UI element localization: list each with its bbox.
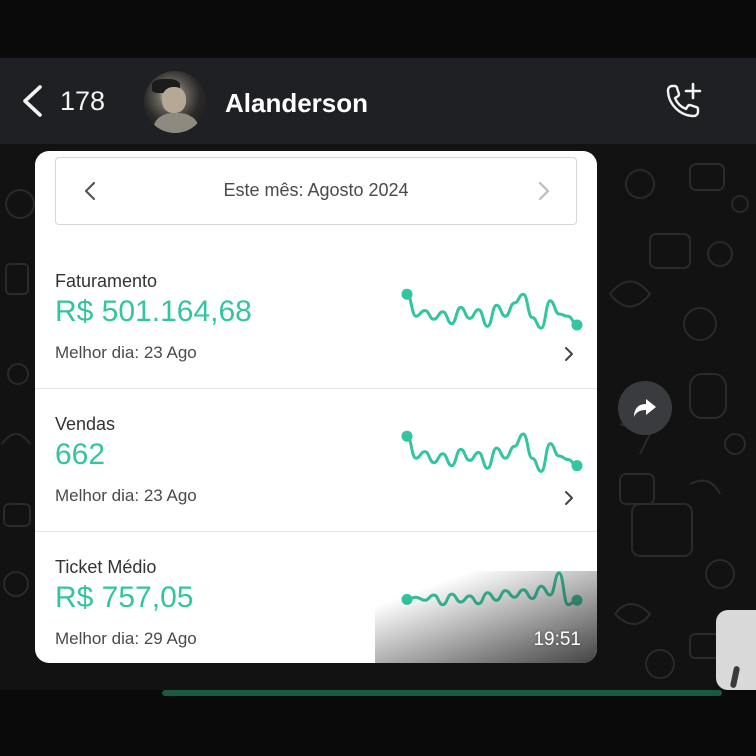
chevron-right-icon[interactable] xyxy=(563,345,575,363)
composer-area xyxy=(0,690,756,756)
metric-card-ticket-medio[interactable]: Ticket Médio R$ 757,05 Melhor dia: 29 Ag… xyxy=(35,532,597,663)
metric-value: R$ 757,05 xyxy=(55,581,194,614)
chevron-right-icon[interactable] xyxy=(534,178,554,204)
metric-card-vendas[interactable]: Vendas 662 Melhor dia: 23 Ago xyxy=(35,389,597,531)
sparkline-start-point xyxy=(401,593,413,605)
forward-button[interactable] xyxy=(618,381,672,435)
metric-title: Ticket Médio xyxy=(55,557,157,577)
month-selector: Este mês: Agosto 2024 xyxy=(55,157,577,225)
sparkline-end-point xyxy=(571,319,583,331)
sparkline-end-point xyxy=(571,594,583,606)
metric-card-faturamento[interactable]: Faturamento R$ 501.164,68 Melhor dia: 23… xyxy=(35,245,597,387)
sparkline-start-point xyxy=(401,288,413,300)
sparkline-start-point xyxy=(401,430,413,442)
metric-value: R$ 501.164,68 xyxy=(55,295,252,328)
back-arrow-icon[interactable] xyxy=(18,84,48,118)
metric-best-day: Melhor dia: 29 Ago xyxy=(55,629,197,648)
composer-strip xyxy=(162,690,722,696)
sparkline xyxy=(401,288,583,331)
chevron-right-icon[interactable] xyxy=(563,489,575,507)
sparkline-line xyxy=(405,432,579,473)
side-panel xyxy=(716,610,756,690)
metric-best-day: Melhor dia: 23 Ago xyxy=(55,343,197,362)
metric-title: Faturamento xyxy=(55,271,158,291)
chat-header: 178 Alanderson xyxy=(0,58,756,144)
sparkline xyxy=(401,571,583,607)
message-time: 19:51 xyxy=(533,629,581,650)
unread-count[interactable]: 178 xyxy=(60,86,105,117)
add-call-icon[interactable] xyxy=(660,80,704,124)
metric-value: 662 xyxy=(55,438,106,471)
sparkline-line xyxy=(405,571,579,607)
avatar[interactable] xyxy=(144,71,206,133)
contact-name[interactable]: Alanderson xyxy=(225,88,368,119)
month-label: Este mês: Agosto 2024 xyxy=(223,180,409,200)
forward-icon xyxy=(634,399,656,417)
sparkline-end-point xyxy=(571,460,583,472)
metric-best-day: Melhor dia: 23 Ago xyxy=(55,486,197,505)
status-area xyxy=(0,0,756,58)
metric-title: Vendas xyxy=(55,414,116,434)
sparkline xyxy=(401,430,583,473)
image-message[interactable]: Este mês: Agosto 2024 Faturamento R$ 501… xyxy=(35,151,597,663)
sparkline-line xyxy=(405,292,579,330)
